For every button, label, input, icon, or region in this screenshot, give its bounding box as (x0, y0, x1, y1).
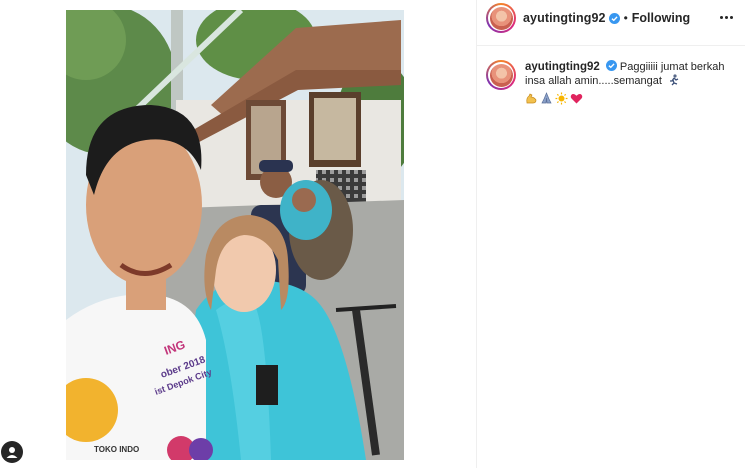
profile-icon[interactable] (1, 441, 23, 463)
photo-pane: ING ober 2018 ist Depok City TOKO INDO (0, 0, 476, 468)
header-avatar[interactable] (486, 3, 516, 33)
sun-emoji-icon (555, 92, 568, 105)
more-options-icon[interactable] (717, 8, 735, 26)
emoji-row (525, 92, 725, 105)
caption-verified-badge-icon (605, 60, 617, 71)
shirt-print-footer: TOKO INDO (94, 445, 139, 454)
muscle-emoji-icon (525, 92, 538, 105)
runner-emoji-icon (668, 74, 680, 90)
following-button[interactable]: Following (632, 11, 690, 25)
caption-avatar[interactable] (486, 60, 516, 90)
red-heart-emoji-icon (570, 92, 583, 105)
post-header: ayutingting92 • Following (477, 0, 745, 36)
header-username[interactable]: ayutingting92 (523, 11, 606, 25)
caption-body: ayutingting92 Paggiiiii jumat berkah ins… (525, 60, 725, 105)
post-side-panel: ayutingting92 • Following ayutingting92 … (477, 0, 745, 468)
verified-badge-icon (608, 12, 620, 24)
caption-username[interactable]: ayutingting92 (525, 61, 600, 73)
header-separator: • (623, 11, 628, 25)
pray-emoji-icon (540, 92, 553, 105)
post-photo[interactable]: ING ober 2018 ist Depok City TOKO INDO (66, 10, 404, 460)
caption: ayutingting92 Paggiiiii jumat berkah ins… (486, 60, 736, 105)
header-divider (477, 45, 745, 46)
